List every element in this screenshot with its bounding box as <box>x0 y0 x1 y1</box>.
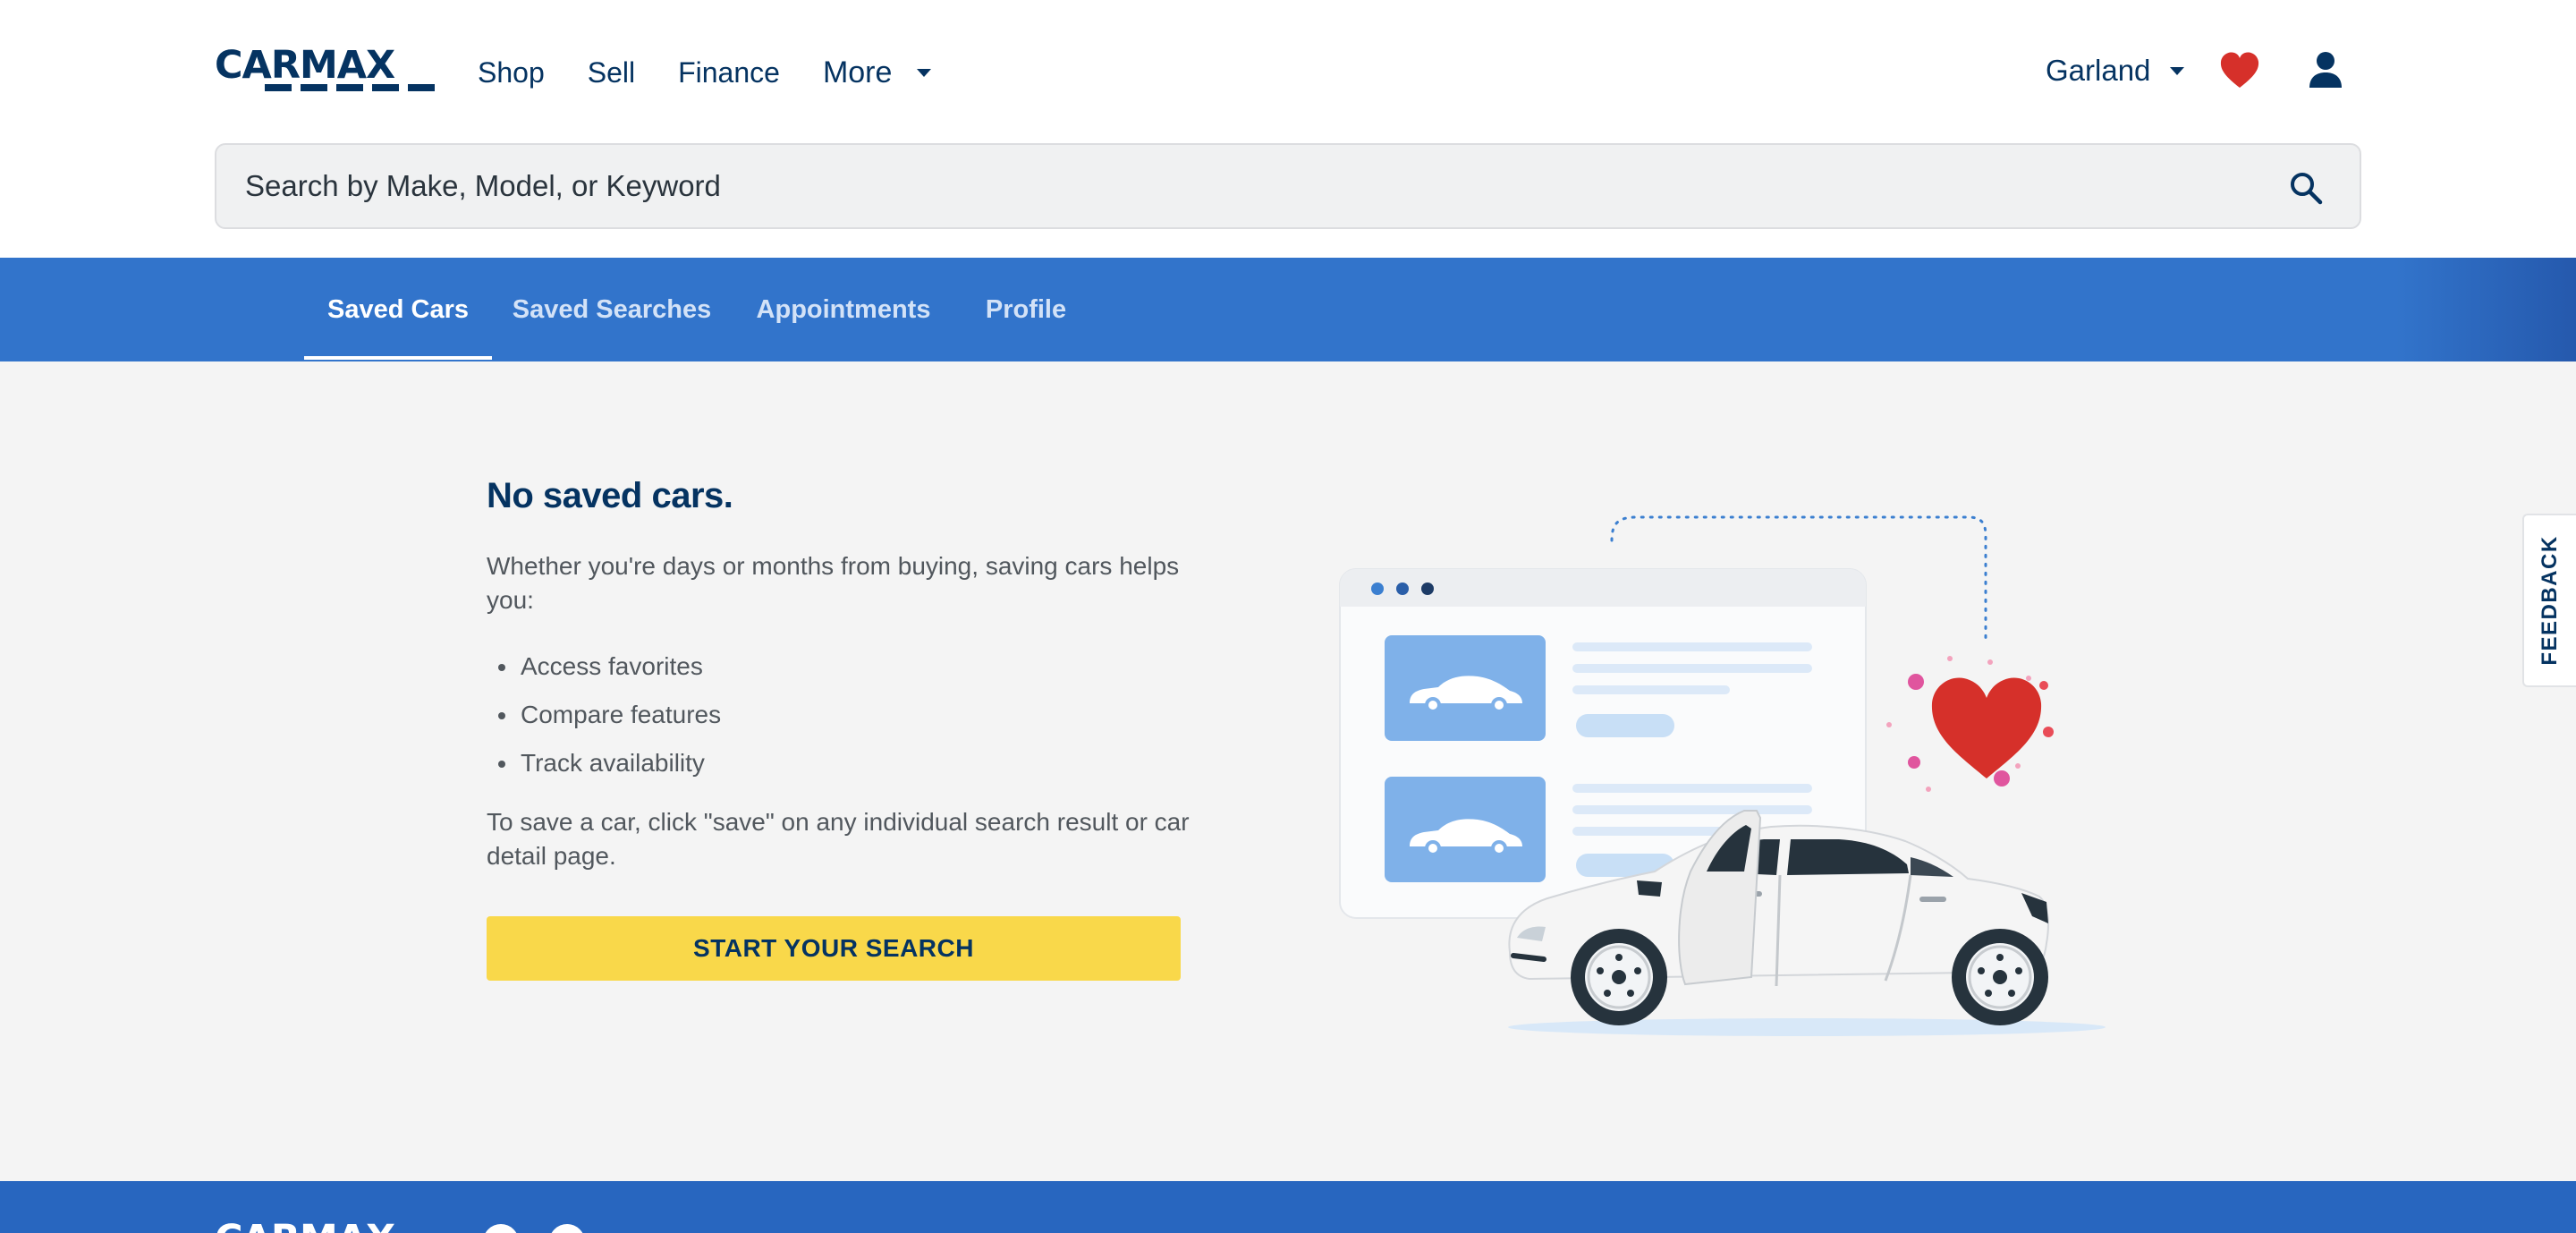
nav-sell[interactable]: Sell <box>588 56 635 89</box>
search-input[interactable] <box>245 159 2213 213</box>
nav-more[interactable]: More <box>822 55 932 90</box>
page-title: No saved cars. <box>487 476 733 515</box>
nav-more-label: More <box>822 55 893 89</box>
site-footer: CARMAX <box>0 1181 2576 1233</box>
search-bar <box>215 143 2361 229</box>
list-item: Compare features <box>519 691 721 739</box>
user-icon <box>2309 52 2342 88</box>
main-nav: Shop Sell Finance More <box>478 52 932 93</box>
store-selector[interactable]: Garland <box>2046 54 2185 88</box>
start-your-search-button[interactable]: START YOUR SEARCH <box>487 916 1181 981</box>
carmax-logo[interactable]: CARMAX <box>215 45 436 93</box>
intro-text: Whether you're days or months from buyin… <box>487 552 1180 614</box>
tab-appointments[interactable]: Appointments <box>751 258 936 361</box>
social-icon[interactable] <box>549 1224 585 1233</box>
tab-saved-cars[interactable]: Saved Cars <box>304 258 492 361</box>
logo-underline-dashes <box>265 84 435 91</box>
footer-logo[interactable]: CARMAX <box>215 1217 395 1233</box>
store-name: Garland <box>2046 54 2151 87</box>
caret-down-icon <box>917 68 932 77</box>
saved-cars-illustration <box>1339 515 2106 1036</box>
feedback-tab[interactable]: FEEDBACK <box>2522 514 2576 687</box>
saved-cars-empty-state: No saved cars. Whether you're days or mo… <box>0 361 2576 1181</box>
heart-icon <box>1931 677 2042 778</box>
list-item: Access favorites <box>519 642 721 691</box>
social-icon[interactable] <box>483 1224 519 1233</box>
caret-down-icon <box>2170 66 2185 75</box>
feedback-label: FEEDBACK <box>2538 535 2562 666</box>
tab-profile[interactable]: Profile <box>975 258 1077 361</box>
site-header: CARMAX Shop Sell Finance More Garland <box>0 0 2576 258</box>
how-to-save-text: To save a car, click "save" on any indiv… <box>487 808 1190 870</box>
account-button[interactable] <box>2308 50 2343 89</box>
account-tabs: Saved Cars Saved Searches Appointments P… <box>0 258 2576 361</box>
heart-icon <box>2220 52 2259 88</box>
nav-shop[interactable]: Shop <box>478 56 545 89</box>
search-icon[interactable] <box>2288 170 2324 206</box>
nav-finance[interactable]: Finance <box>678 56 780 89</box>
logo-wordmark: CARMAX <box>215 43 395 88</box>
list-item: Track availability <box>519 739 721 787</box>
saved-cars-heart-button[interactable] <box>2218 49 2261 92</box>
footer-social-icons <box>483 1224 585 1233</box>
benefits-list: Access favorites Compare features Track … <box>519 642 721 787</box>
tab-saved-searches[interactable]: Saved Searches <box>510 258 714 361</box>
